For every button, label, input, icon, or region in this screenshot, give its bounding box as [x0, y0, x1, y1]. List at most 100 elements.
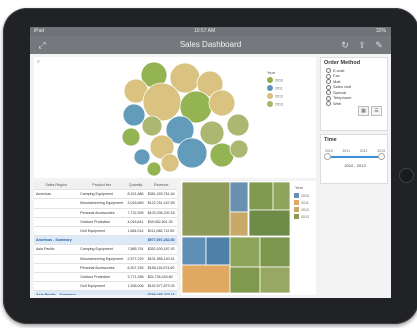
treemap-tile[interactable] — [229, 181, 249, 213]
bubble[interactable] — [142, 82, 182, 122]
time-slider[interactable] — [324, 153, 385, 160]
table-cell: Asia Pacific - Summary — [34, 290, 79, 295]
bubble[interactable] — [229, 139, 249, 159]
table-cell: Americas - Summary — [34, 235, 79, 246]
share-icon[interactable]: ⇪ — [356, 39, 368, 51]
option-label: Sales visit — [333, 84, 352, 90]
column-header[interactable]: Product line — [78, 181, 126, 191]
table-cell: Asia Pacific — [34, 244, 79, 255]
table-row[interactable]: Golf Equipment 1,536,006 $152,577,873.33 — [34, 281, 177, 292]
column-header[interactable]: Revenue — [145, 181, 177, 191]
treemap-legend-label: 2011 — [301, 201, 309, 205]
table-row[interactable]: Outdoor Protection 4,016,641 $39,062,601.3… — [34, 217, 177, 228]
table-cell: Outdoor Protection — [78, 217, 126, 228]
list-view-icon[interactable]: ☰ — [371, 106, 382, 116]
treemap-legend-label: 2010 — [301, 194, 309, 198]
bubble[interactable] — [208, 89, 236, 117]
bubble[interactable] — [160, 153, 180, 173]
table-row[interactable]: Personal Accessories 7,732,395 $103,336,23… — [34, 208, 177, 218]
table-cell — [34, 281, 79, 292]
treemap-tile[interactable] — [248, 181, 274, 211]
slider-start-handle[interactable] — [324, 153, 331, 160]
table-row[interactable]: Golf Equipment 1,684,014 $211,088,712.69 — [34, 226, 177, 237]
bubble[interactable] — [146, 161, 162, 177]
table-cell: $122,761,167.89 — [145, 198, 177, 209]
app-screen: iPad 10:57 AM 32% ⤢ Sales Dashboard ↻ ⇪ … — [30, 27, 391, 298]
table-cell: Personal Accessories — [78, 208, 126, 218]
order-method-filter: Order Method E-mail Fax Mail Sales visit Spe… — [320, 57, 388, 131]
table-row[interactable]: Mountaineering Equipment 3,018,689 $122,76… — [34, 198, 177, 209]
summary-row[interactable]: Americas - Summary $977,097,282.80 — [34, 235, 177, 246]
table-cell — [125, 235, 146, 246]
table-cell: 2,577,229 — [125, 254, 146, 264]
treemap-tile[interactable] — [272, 181, 291, 211]
treemap-tile[interactable] — [229, 236, 261, 268]
radio-icon — [326, 101, 331, 107]
treemap-tile[interactable] — [248, 209, 291, 237]
home-button[interactable] — [399, 168, 414, 183]
treemap-legend-label: 2012 — [301, 208, 309, 212]
time-title: Time — [324, 137, 337, 143]
treemap-tile[interactable] — [259, 236, 291, 268]
slider-end-handle[interactable] — [378, 153, 385, 160]
option-label: Mail — [333, 78, 341, 84]
bubble[interactable] — [122, 103, 146, 127]
table-cell: Camping Equipment — [78, 189, 126, 200]
table-cell: 3,018,689 — [125, 198, 146, 209]
time-tick-label: 2011 — [342, 149, 351, 153]
table-row[interactable]: Outdoor Protection 3,771,268 $34,736,434.8… — [34, 272, 177, 283]
treemap-tile[interactable] — [229, 211, 249, 237]
order-method-options: E-mail Fax Mail Sales visit Special Telephone… — [321, 68, 387, 107]
treemap-tile[interactable] — [205, 236, 231, 266]
treemap-tile[interactable] — [181, 181, 231, 237]
refresh-icon[interactable]: ↻ — [339, 39, 351, 51]
table-cell — [34, 272, 79, 283]
treemap-legend-swatch — [294, 214, 299, 219]
edit-icon[interactable]: ✎ — [373, 39, 385, 51]
treemap-tile[interactable] — [181, 236, 207, 266]
treemap-panel: Year 2010 2011 2012 2013 — [181, 181, 316, 295]
table-cell: $103,336,230.18 — [145, 208, 177, 218]
bubble[interactable] — [226, 113, 250, 137]
table-row[interactable]: Asia Pacific Camping Equipment 7,885,791 $3… — [34, 244, 177, 255]
option-label: E-mail — [333, 68, 345, 73]
table-cell: Americas — [34, 189, 79, 200]
option-label: Fax — [333, 73, 340, 79]
table-cell: 8,151,886 — [125, 189, 146, 200]
bubble[interactable] — [133, 148, 151, 166]
table-row[interactable]: Americas Camping Equipment 8,151,886 $381,4… — [34, 189, 177, 200]
treemap-legend-title: Year — [295, 185, 304, 190]
legend-swatch — [267, 93, 273, 99]
carrier-label: iPad — [34, 28, 45, 34]
treemap-tile[interactable] — [259, 266, 291, 294]
table-cell: 3,771,268 — [125, 272, 146, 283]
table-cell — [34, 208, 79, 218]
table-cell — [34, 254, 79, 264]
table-cell — [78, 290, 126, 295]
legend-label: 2013 — [275, 103, 283, 107]
table-cell: $158,116,674.60 — [145, 263, 177, 274]
table-row[interactable]: Personal Accessories 6,307,155 $158,116,67… — [34, 263, 177, 274]
table-row[interactable]: Mountaineering Equipment 2,577,229 $101,95… — [34, 254, 177, 264]
order-method-title: Order Method — [324, 60, 361, 66]
table-cell: $977,097,282.80 — [145, 235, 177, 246]
treemap-tile[interactable] — [229, 266, 261, 294]
treemap-legend-label: 2013 — [301, 215, 309, 219]
table-cell: 7,885,791 — [125, 244, 146, 255]
table-cell — [34, 226, 79, 237]
table-cell: Outdoor Protection — [78, 272, 126, 283]
clock-label: 10:57 AM — [194, 28, 216, 34]
bubble-legend-title: Year — [267, 70, 276, 75]
summary-row[interactable]: Asia Pacific - Summary $799,385,270.16 — [34, 290, 177, 295]
bubble[interactable] — [121, 127, 141, 147]
bubble[interactable] — [199, 120, 225, 146]
grid-view-icon[interactable]: ▦ — [358, 106, 369, 116]
bubble[interactable] — [176, 137, 208, 169]
bubble[interactable] — [141, 115, 163, 137]
battery-label: 32% — [375, 28, 386, 34]
column-header[interactable]: Quantity — [125, 181, 146, 191]
dashboard-content: ≡ Year 2010 2011 2012 2013 Order Method E-ma… — [30, 54, 391, 298]
table-cell — [34, 217, 79, 228]
column-header[interactable]: Sales Region — [34, 181, 79, 191]
treemap-tile[interactable] — [181, 264, 231, 294]
